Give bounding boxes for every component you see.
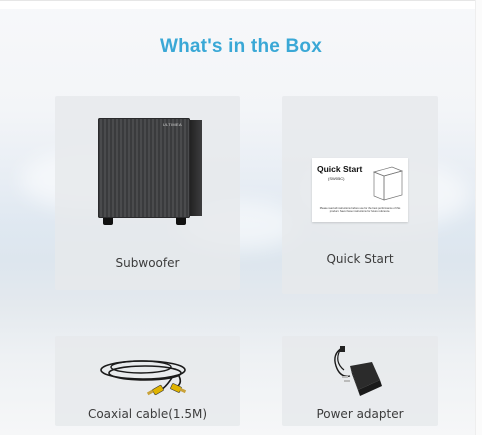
subwoofer-foot bbox=[176, 218, 186, 225]
quick-start-title: Quick Start bbox=[317, 164, 363, 174]
quick-start-guide-image: Quick Start (SW05C) Please read all inst… bbox=[312, 158, 408, 222]
item-card-power-adapter: Power adapter bbox=[282, 336, 438, 426]
coaxial-cable-image bbox=[100, 360, 187, 396]
quick-start-model: (SW05C) bbox=[328, 176, 345, 181]
quick-start-note: Please read all instructions before use … bbox=[319, 207, 401, 214]
item-label: Coaxial cable(1.5M) bbox=[87, 407, 208, 421]
subwoofer-image: ULTIMEA bbox=[98, 118, 190, 218]
item-card-coaxial-cable: Coaxial cable(1.5M) bbox=[55, 336, 240, 426]
subwoofer-logo: ULTIMEA bbox=[162, 122, 182, 127]
power-adapter-image bbox=[334, 346, 382, 396]
product-page: What's in the Box ULTIMEA Subwoofer Quic… bbox=[0, 0, 482, 435]
subwoofer-foot bbox=[103, 218, 113, 225]
item-label: Subwoofer bbox=[115, 256, 180, 270]
box-outline-icon bbox=[372, 166, 404, 201]
item-card-quick-start: Quick Start (SW05C) Please read all inst… bbox=[282, 96, 438, 294]
top-border bbox=[0, 0, 481, 9]
section-heading: What's in the Box bbox=[159, 36, 323, 57]
item-label: Power adapter bbox=[316, 407, 404, 421]
subwoofer-side-panel bbox=[190, 120, 202, 216]
item-label: Quick Start bbox=[326, 252, 394, 266]
scroll-edge bbox=[475, 0, 482, 435]
item-card-subwoofer: ULTIMEA Subwoofer bbox=[55, 96, 240, 290]
